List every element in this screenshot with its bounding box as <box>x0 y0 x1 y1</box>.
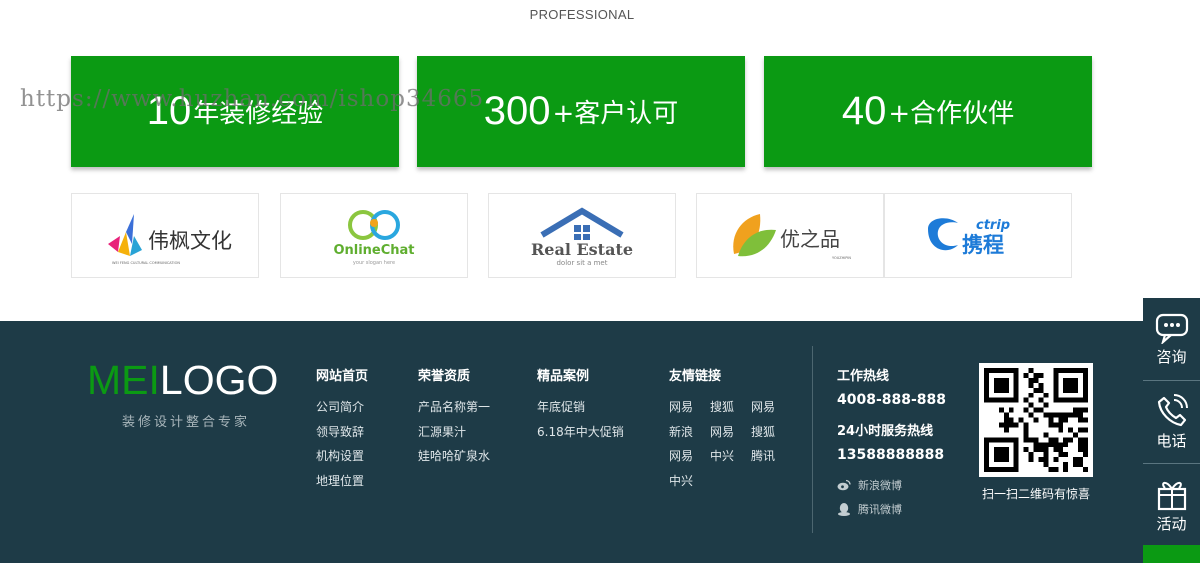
friend-link[interactable]: 新浪 <box>669 420 710 445</box>
weifeng-logo-icon: 伟枫文化 WEI FENG CULTURAL COMMUNICATION <box>108 213 232 265</box>
friend-link[interactable]: 中兴 <box>710 444 751 469</box>
realestate-logo-icon: Real Estate dolor sit a met <box>531 207 633 267</box>
weibo-icon <box>837 479 851 491</box>
gift-icon <box>1157 481 1186 510</box>
friend-link[interactable]: 网易 <box>669 444 710 469</box>
footer-col-title[interactable]: 精品案例 <box>537 365 624 384</box>
partner-logo-onlinechat[interactable]: OnlineChat your slogan here <box>280 193 468 278</box>
friend-link[interactable]: 腾讯 <box>751 444 792 469</box>
friend-link[interactable]: 中兴 <box>669 469 710 494</box>
sidebar-green-tab[interactable] <box>1143 545 1200 563</box>
footer-link[interactable]: 领导致辞 <box>316 420 368 445</box>
footer-col-cases: 精品案例 年底促销 6.18年中大促销 <box>537 365 624 444</box>
qr-code-icon <box>984 368 1088 472</box>
partner-subtitle: dolor sit a met <box>556 259 607 267</box>
partner-logo-ctrip[interactable]: ctrip 携程 <box>884 193 1072 278</box>
partner-logo-realestate[interactable]: Real Estate dolor sit a met <box>488 193 676 278</box>
footer-link[interactable]: 娃哈哈矿泉水 <box>418 444 490 469</box>
stat-number: 40 <box>841 89 887 133</box>
service-hotline-title: 24小时服务热线 <box>837 424 934 439</box>
partner-logo-youzhipin[interactable]: 优之品 YOUZHIPIN <box>696 193 884 278</box>
friend-link[interactable]: 搜狐 <box>710 395 751 420</box>
tencent-weibo-label: 腾讯微博 <box>858 503 902 516</box>
hotline-title: 工作热线 <box>837 369 890 384</box>
footer-col-title[interactable]: 网站首页 <box>316 365 368 384</box>
watermark-url: https://www.huzhan.com/ishop34665 <box>20 86 485 112</box>
footer-col-title[interactable]: 荣誉资质 <box>418 365 490 384</box>
stat-number: 300 <box>483 89 551 133</box>
footer-link[interactable]: 公司简介 <box>316 395 368 420</box>
partner-subtitle: WEI FENG CULTURAL COMMUNICATION <box>112 261 180 265</box>
sidebar-label: 咨询 <box>1156 347 1187 366</box>
friend-link[interactable]: 网易 <box>669 395 710 420</box>
footer-link[interactable]: 地理位置 <box>316 469 368 494</box>
friend-link[interactable]: 网易 <box>710 420 751 445</box>
logo-green-text: MEI <box>87 357 160 403</box>
hotline-number: 4008-888-888 <box>837 392 947 408</box>
friend-link[interactable]: 网易 <box>751 395 792 420</box>
weibo-link[interactable]: 新浪微博 <box>837 477 946 493</box>
sidebar-label: 活动 <box>1156 514 1187 533</box>
sidebar-phone[interactable]: 电话 <box>1143 381 1200 463</box>
stat-suffix: +客户认可 <box>552 99 679 129</box>
service-hotline-number: 13588888888 <box>837 447 945 463</box>
footer-col-title: 友情链接 <box>669 369 722 384</box>
weibo-label: 新浪微博 <box>858 479 902 492</box>
footer-link[interactable]: 年底促销 <box>537 395 624 420</box>
qr-caption: 扫一扫二维码有惊喜 <box>981 487 1090 501</box>
partner-subtitle: your slogan here <box>353 260 395 266</box>
youzhipin-logo-icon: 优之品 YOUZHIPIN <box>733 213 851 260</box>
onlinechat-logo-icon: OnlineChat your slogan here <box>333 209 415 266</box>
logo-white-text: LOGO <box>159 357 279 403</box>
footer-link[interactable]: 汇源果汁 <box>418 420 490 445</box>
footer-col-friend-links: 友情链接 网易 搜狐 网易 新浪 网易 搜狐 网易 中兴 腾讯 中兴 <box>669 365 792 493</box>
chat-icon <box>1155 313 1188 344</box>
partner-name: Real Estate <box>531 240 633 259</box>
footer-link[interactable]: 机构设置 <box>316 444 368 469</box>
partner-name: OnlineChat <box>333 243 414 258</box>
friend-link[interactable]: 搜狐 <box>751 420 792 445</box>
tencent-weibo-link[interactable]: 腾讯微博 <box>837 501 946 517</box>
site-footer: MEILOGO 装修设计整合专家 网站首页 公司简介 领导致辞 机构设置 地理位… <box>0 321 1200 563</box>
partner-name: 携程 <box>962 233 1004 257</box>
friend-links-grid: 网易 搜狐 网易 新浪 网易 搜狐 网易 中兴 腾讯 中兴 <box>669 395 792 493</box>
penguin-icon <box>838 503 850 516</box>
footer-divider <box>812 346 813 533</box>
stat-partners: 40 +合作伙伴 <box>764 56 1092 167</box>
page: PROFESSIONAL 10 年装修经验 300 +客户认可 40 +合作伙伴… <box>0 0 1200 563</box>
footer-col-honors: 荣誉资质 产品名称第一 汇源果汁 娃哈哈矿泉水 <box>418 365 490 469</box>
phone-icon <box>1157 393 1188 426</box>
footer-logo[interactable]: MEILOGO <box>87 357 278 404</box>
footer-col-home: 网站首页 公司简介 领导致辞 机构设置 地理位置 <box>316 365 368 493</box>
partner-name: 伟枫文化 <box>148 229 232 253</box>
partner-logo-weifeng[interactable]: 伟枫文化 WEI FENG CULTURAL COMMUNICATION <box>71 193 259 278</box>
qr-code <box>979 363 1093 477</box>
sidebar-consult[interactable]: 咨询 <box>1143 298 1200 380</box>
ctrip-logo-icon: ctrip 携程 <box>928 218 1010 257</box>
partner-subtitle: YOUZHIPIN <box>832 256 851 260</box>
partner-name: 优之品 <box>780 227 840 251</box>
stat-suffix: +合作伙伴 <box>888 99 1015 129</box>
footer-link[interactable]: 6.18年中大促销 <box>537 420 624 445</box>
section-subtitle: PROFESSIONAL <box>529 7 635 22</box>
footer-link[interactable]: 产品名称第一 <box>418 395 490 420</box>
footer-slogan: 装修设计整合专家 <box>122 415 251 430</box>
sidebar-label: 电话 <box>1156 431 1187 450</box>
floating-sidebar: 咨询 电话 活动 <box>1143 298 1200 563</box>
partner-subtitle: ctrip <box>976 218 1010 233</box>
sidebar-activity[interactable]: 活动 <box>1143 464 1200 546</box>
hotline-block: 工作热线 4008-888-888 24小时服务热线 13588888888 新… <box>837 365 946 517</box>
